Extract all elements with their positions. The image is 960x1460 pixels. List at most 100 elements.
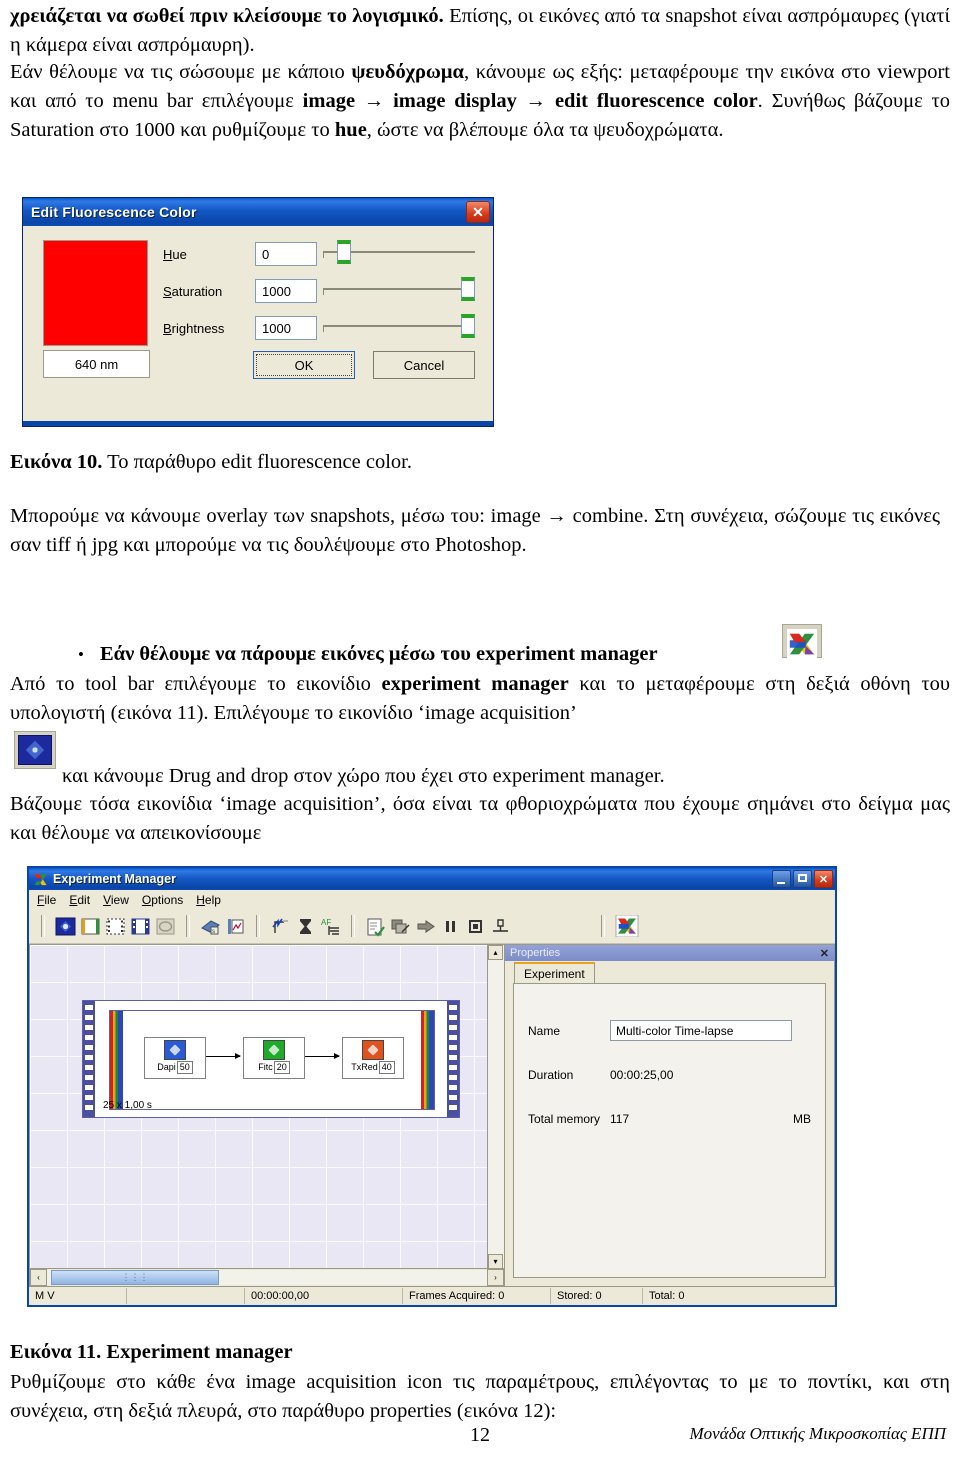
toolbar-separator xyxy=(41,915,45,937)
document-page: χρειάζεται να σωθεί πριν κλείσουμε το λο… xyxy=(0,0,960,1460)
node-caption: Dapi 50 xyxy=(157,1061,193,1074)
saturation-slider[interactable] xyxy=(323,277,475,301)
toolbar-separator xyxy=(186,915,190,937)
channel-bar-right xyxy=(421,1011,434,1109)
paragraph-6: Βάζουμε τόσα εικονίδια ‘image acquisitio… xyxy=(10,793,950,844)
svg-text:AF: AF xyxy=(321,918,331,927)
maximize-icon[interactable] xyxy=(793,870,812,888)
image-acquisition-icon[interactable] xyxy=(14,731,56,769)
brightness-row: Brightness 1000 xyxy=(163,314,317,342)
menu-item-view[interactable]: View xyxy=(103,893,129,907)
window-title: Experiment Manager xyxy=(53,872,176,886)
paragraph-1-bold: χρειάζεται να σωθεί πριν κλείσουμε το λο… xyxy=(10,5,444,27)
ok-button[interactable]: OK xyxy=(253,351,355,379)
toolbar-separator xyxy=(256,915,260,937)
node-exposure[interactable]: 20 xyxy=(273,1061,290,1074)
pause-icon[interactable] xyxy=(440,916,461,937)
acquisition-node-fitc[interactable]: Fitc 20 xyxy=(243,1037,305,1079)
menu-bar: File Edit View Options Help xyxy=(29,890,835,909)
load-experiment-icon[interactable]: s xyxy=(200,916,221,937)
hue-slider-tick xyxy=(323,253,324,258)
end-icon[interactable] xyxy=(490,916,511,937)
scroll-down-button[interactable]: ▾ xyxy=(488,1254,503,1269)
brightness-label: Brightness xyxy=(163,320,225,336)
menu-item-edit[interactable]: Edit xyxy=(69,893,90,907)
image-acquisition-icon[interactable] xyxy=(55,916,76,937)
brightness-slider-track xyxy=(323,325,475,327)
cancel-button[interactable]: Cancel xyxy=(373,351,475,379)
save-experiment-icon[interactable] xyxy=(225,916,246,937)
autofocus-icon[interactable]: AF xyxy=(320,916,341,937)
image-acquisition-icon xyxy=(362,1040,384,1060)
stop-icon[interactable] xyxy=(465,916,486,937)
brightness-slider-tick xyxy=(323,327,324,332)
paragraph-4-a: Από το tool bar επιλέγουμε το εικονίδιο xyxy=(10,673,382,695)
figure-11-text: Experiment manager xyxy=(101,1341,293,1363)
scrollbar-thumb[interactable]: ⋮⋮⋮ xyxy=(51,1270,219,1285)
close-icon[interactable]: ✕ xyxy=(820,947,829,960)
node-exposure[interactable]: 50 xyxy=(176,1061,193,1074)
menu-item-file[interactable]: File xyxy=(37,893,56,907)
brightness-input[interactable]: 1000 xyxy=(255,316,317,340)
tab-experiment[interactable]: Experiment xyxy=(514,962,595,983)
node-label: Fitc xyxy=(258,1062,273,1072)
node-caption: TxRed 40 xyxy=(351,1061,395,1074)
duplicate-step-icon[interactable] xyxy=(390,916,411,937)
brightness-slider[interactable] xyxy=(323,314,475,338)
node-label: Dapi xyxy=(157,1062,176,1072)
experiment-manager-icon[interactable] xyxy=(782,624,822,659)
channel-bar-left xyxy=(110,1011,123,1109)
close-icon[interactable]: ✕ xyxy=(814,870,833,888)
hue-slider[interactable] xyxy=(323,240,475,264)
node-label: TxRed xyxy=(351,1062,378,1072)
brightness-slider-thumb[interactable] xyxy=(461,314,475,338)
saturation-slider-tick xyxy=(323,290,324,295)
properties-tabstrip: Experiment xyxy=(505,961,834,983)
wavelength-field[interactable]: 640 nm xyxy=(43,350,150,378)
paragraph-4-bold: experiment manager xyxy=(381,673,569,695)
scroll-left-button[interactable]: ‹ xyxy=(30,1269,47,1286)
property-label: Name xyxy=(528,1023,561,1038)
properties-tab-panel: Name Multi-color Time-lapse Duration 00:… xyxy=(513,983,826,1278)
experiment-manager-icon[interactable] xyxy=(615,914,639,938)
status-blank xyxy=(127,1288,245,1304)
menu-item-help[interactable]: Help xyxy=(196,893,221,907)
total-memory-value: 117 xyxy=(610,1112,630,1126)
toolbar: s AF xyxy=(29,909,835,944)
single-capture-icon[interactable] xyxy=(80,916,101,937)
property-label: Total memory xyxy=(528,1112,601,1126)
run-icon[interactable] xyxy=(415,916,436,937)
scrollbar-track[interactable]: ⋮⋮⋮ xyxy=(47,1270,487,1285)
saturation-slider-thumb[interactable] xyxy=(461,277,475,301)
film-strip-left xyxy=(83,1001,95,1117)
minimize-icon[interactable] xyxy=(772,870,791,888)
film-strip-right-icon[interactable] xyxy=(130,916,151,937)
paragraph-3: Μπορούμε να κάνουμε overlay των snapshot… xyxy=(10,505,940,556)
canvas-horizontal-scrollbar[interactable]: ‹ ⋮⋮⋮ › xyxy=(30,1268,504,1286)
acquisition-sequence: Dapi 50 Fitc 20 TxRed 40 xyxy=(109,1010,435,1110)
close-icon[interactable]: ✕ xyxy=(466,201,490,223)
figure-11-caption: Εικόνα 11. Experiment manager xyxy=(10,1338,950,1366)
bullet-line: • Εάν θέλουμε να πάρουμε εικόνες μέσω το… xyxy=(78,643,868,666)
hue-input[interactable]: 0 xyxy=(255,242,317,266)
flow-arrow xyxy=(206,1053,241,1059)
acquisition-node-dapi[interactable]: Dapi 50 xyxy=(144,1037,206,1079)
menu-item-options[interactable]: Options xyxy=(142,893,183,907)
experiment-name-input[interactable]: Multi-color Time-lapse xyxy=(610,1020,792,1041)
canvas-vertical-scrollbar[interactable]: ▴ ▾ xyxy=(487,945,504,1269)
scroll-right-button[interactable]: › xyxy=(487,1269,504,1286)
scroll-up-button[interactable]: ▴ xyxy=(488,945,503,960)
hue-slider-thumb[interactable] xyxy=(337,240,351,264)
z-stack-icon[interactable] xyxy=(270,916,291,937)
experiment-canvas[interactable]: Dapi 50 Fitc 20 TxRed 40 25 x 1,00 s ▴ ▾… xyxy=(29,944,505,1287)
time-lapse-loop[interactable]: Dapi 50 Fitc 20 TxRed 40 25 x 1,00 s xyxy=(82,1000,460,1118)
saturation-slider-track xyxy=(323,288,475,290)
saturation-input[interactable]: 1000 xyxy=(255,279,317,303)
edit-protocol-icon[interactable] xyxy=(365,916,386,937)
experiment-manager-glyph xyxy=(787,629,817,659)
node-exposure[interactable]: 40 xyxy=(378,1061,395,1074)
wait-timer-icon[interactable] xyxy=(295,916,316,937)
acquisition-node-txred[interactable]: TxRed 40 xyxy=(342,1037,404,1079)
film-strip-left-icon[interactable] xyxy=(105,916,126,937)
duration-value: 00:00:25,00 xyxy=(610,1068,674,1082)
